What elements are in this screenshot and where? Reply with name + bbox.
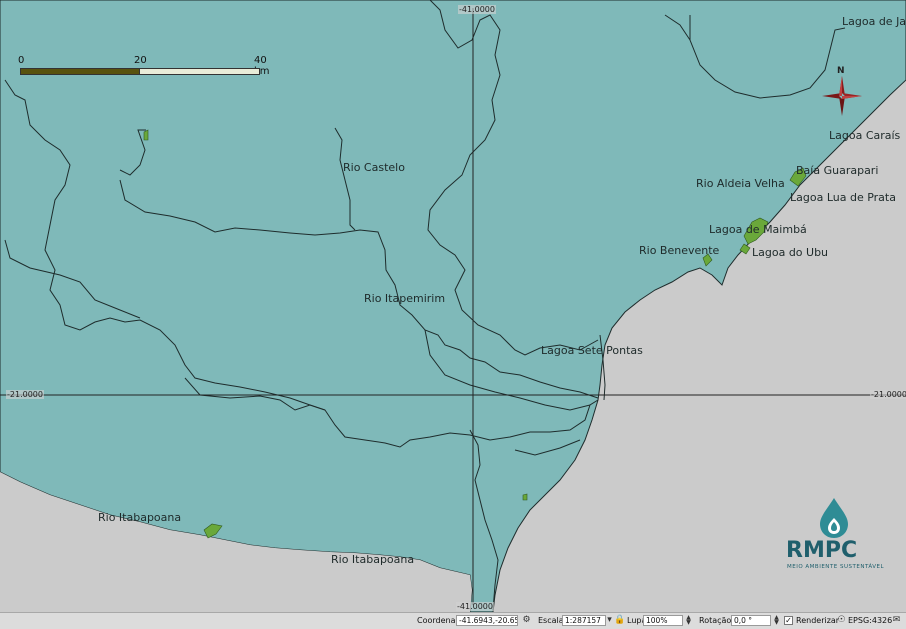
render-checkbox[interactable]: ✓ [784,616,793,625]
map-canvas[interactable]: Lagoa de Ja Lagoa Caraís Baía Guarapari … [0,0,906,612]
label-rio-castelo: Rio Castelo [343,161,405,174]
rotation-label: Rotação [699,616,732,625]
scale-tick-0: 0 [18,55,25,66]
logo-title: RMPC [786,538,858,563]
grid-label-lon-bottom: -41.0000 [456,602,494,611]
rotation-spin-icon[interactable]: ▲ ▼ [773,615,780,626]
grid-label-lat-right: -21.0000 [870,390,906,399]
status-bar: Coordenada -41.6943,-20.6531 ⚙ Escala 1:… [0,612,906,629]
rmpc-logo: RMPC MEIO AMBIENTE SUSTENTÁVEL [782,496,886,576]
toggle-extents-icon[interactable]: ⚙ [521,615,532,626]
magnifier-spin-icon[interactable]: ▲ ▼ [685,615,692,626]
label-lagoa-sete-pontas: Lagoa Sete Pontas [541,344,643,357]
grid-label-lon-top: -41.0000 [458,5,496,14]
scale-tick-20: 20 [134,55,147,66]
render-label: Renderizar [796,616,840,625]
scale-bar: 0 20 40 km [18,55,278,81]
scale-bar-segment-light [140,68,260,75]
label-lagoa-de-ja: Lagoa de Ja [842,15,906,28]
label-baia-guarapari: Baía Guarapari [796,164,879,177]
crs-label[interactable]: EPSG:4326 [848,615,892,627]
label-rio-benevente: Rio Benevente [639,244,720,257]
logo-subtitle: MEIO AMBIENTE SUSTENTÁVEL [787,564,885,570]
compass-rose-icon [822,76,862,116]
rotation-field[interactable]: 0,0 ° [731,615,771,626]
label-lagoa-lua-de-prata: Lagoa Lua de Prata [790,191,896,204]
label-rio-itabapoana-2: Rio Itabapoana [331,553,415,566]
water-drop-logo-icon [820,498,848,538]
crs-globe-icon[interactable]: ☉ [836,615,847,626]
label-rio-itapemirim: Rio Itapemirim [364,292,446,305]
grid-label-lat-left: -21.0000 [6,390,44,399]
scale-label: Escala [538,616,564,625]
messages-icon[interactable]: ✉ [891,615,902,626]
label-lagoa-carais: Lagoa Caraís [829,129,901,142]
scale-field[interactable]: 1:287157 [562,615,606,626]
coordinate-field[interactable]: -41.6943,-20.6531 [456,615,518,626]
north-arrow: N [812,66,872,126]
label-rio-itabapoana-1: Rio Itabapoana [98,511,182,524]
lock-icon[interactable]: 🔒 [614,615,625,626]
label-lagoa-de-maimba: Lagoa de Maimbá [709,223,807,236]
label-rio-aldeia-velha: Rio Aldeia Velha [696,177,785,190]
scale-bar-segment-dark [20,68,140,75]
label-lagoa-do-ubu: Lagoa do Ubu [752,246,829,259]
magnifier-field[interactable]: 100% [643,615,683,626]
